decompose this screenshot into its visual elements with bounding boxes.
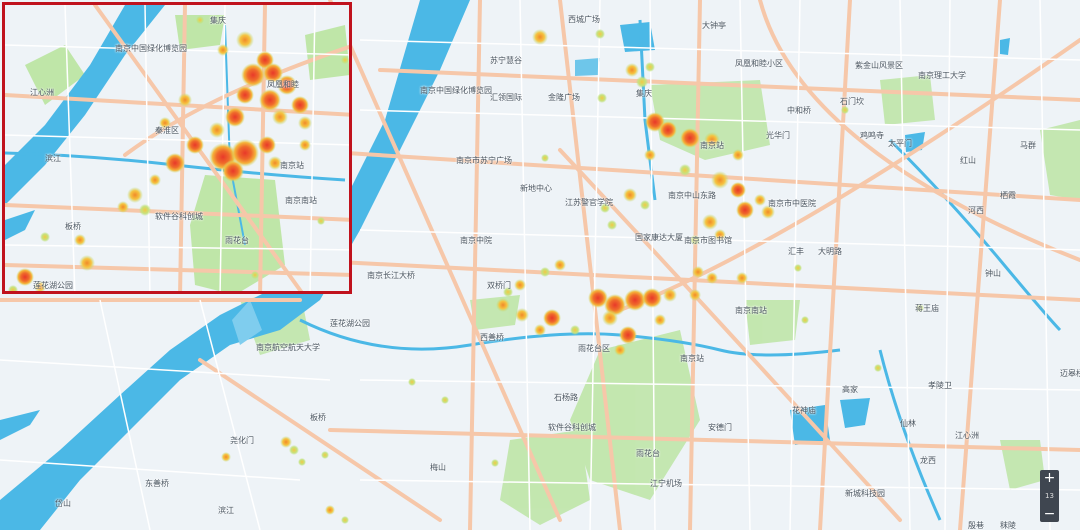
- inset-label: 板桥: [65, 222, 81, 231]
- map-label: 凤凰和睦小区: [735, 59, 783, 68]
- map-label: 紫金山风景区: [855, 61, 903, 70]
- zoom-level-indicator: 13: [1045, 492, 1054, 500]
- map-label: 国家康达大厦: [635, 233, 683, 242]
- inset-label: 秦淮区: [155, 126, 179, 135]
- map-label: 河西: [968, 206, 984, 215]
- map-label: 大钟亭: [702, 21, 726, 30]
- map-label: 江宁机场: [650, 479, 682, 488]
- inset-label: 雨花台: [225, 236, 249, 245]
- map-label: 迈皋桥: [1060, 369, 1080, 378]
- map-label: 南京市中医院: [768, 199, 816, 208]
- map-label: 莲花湖公园: [330, 319, 370, 328]
- map-label: 新地中心: [520, 184, 552, 193]
- map-label: 岱山: [55, 499, 71, 508]
- map-label: 新城科技园: [845, 489, 885, 498]
- map-label: 孝陵卫: [928, 381, 952, 390]
- map-label: 南京中山东路: [668, 191, 716, 200]
- map-label: 钟山: [985, 269, 1001, 278]
- map-label: 东善桥: [145, 479, 169, 488]
- map-label: 金隆广场: [548, 93, 580, 102]
- map-label: 汇丰: [788, 247, 804, 256]
- map-label: 江心洲: [955, 431, 979, 440]
- map-label: 滨江: [218, 506, 234, 515]
- map-label: 南京中国绿化博览园: [420, 86, 492, 95]
- zoom-out-button[interactable]: −: [1044, 506, 1056, 522]
- inset-label: 莲花湖公园: [33, 281, 73, 290]
- map-label: 南京站: [700, 141, 724, 150]
- inset-zoom-panel: 南京中国绿化博览园 凤凰和睦 南京站 南京南站 雨花台 软件谷科创城 莲花湖公园…: [2, 2, 352, 294]
- map-label: 石门坎: [840, 97, 864, 106]
- inset-label: 南京站: [280, 161, 304, 170]
- map-label: 殷巷: [968, 521, 984, 530]
- map-label: 南京航空航天大学: [256, 343, 320, 352]
- map-label: 南京市图书馆: [684, 236, 732, 245]
- map-label: 高家: [842, 385, 858, 394]
- map-label: 栖霞: [1000, 191, 1016, 200]
- map-label: 雨花台区: [578, 344, 610, 353]
- map-label: 集庆: [636, 89, 652, 98]
- map-label: 南京中院: [460, 236, 492, 245]
- inset-label: 南京中国绿化博览园: [115, 44, 187, 53]
- map-label: 鸡鸣寺: [860, 131, 884, 140]
- map-label: 仙林: [900, 419, 916, 428]
- map-label: 梅山: [430, 463, 446, 472]
- inset-label: 凤凰和睦: [267, 80, 299, 89]
- zoom-in-button[interactable]: +: [1044, 470, 1056, 486]
- map-label: 雨花台: [636, 449, 660, 458]
- map-label: 花神庙: [792, 406, 816, 415]
- map-label: 双桥门: [487, 281, 511, 290]
- inset-label: 南京南站: [285, 196, 317, 205]
- map-label: 太平门: [888, 139, 912, 148]
- map-label: 软件谷科创城: [548, 423, 596, 432]
- map-view[interactable]: 西城广场 大钟亭 苏宁慧谷 汇领国际 金隆广场 南京中国绿化博览园 集庆 凤凰和…: [0, 0, 1080, 530]
- map-label: 南京站: [680, 354, 704, 363]
- map-label: 苏宁慧谷: [490, 56, 522, 65]
- inset-label: 滨江: [45, 154, 61, 163]
- zoom-control: + 13 −: [1040, 470, 1059, 522]
- map-label: 南京长江大桥: [367, 271, 415, 280]
- map-label: 西善桥: [480, 333, 504, 342]
- map-label: 西城广场: [568, 15, 600, 24]
- map-label: 龙西: [920, 456, 936, 465]
- map-label: 光华门: [766, 131, 790, 140]
- inset-label: 江心洲: [30, 88, 54, 97]
- map-label: 南京南站: [735, 306, 767, 315]
- map-label: 大明路: [818, 247, 842, 256]
- map-label: 马群: [1020, 141, 1036, 150]
- map-label: 江苏警官学院: [565, 198, 613, 207]
- map-label: 安德门: [708, 423, 732, 432]
- map-label: 南京市苏宁广场: [456, 156, 512, 165]
- map-label: 尧化门: [230, 436, 254, 445]
- inset-label: 软件谷科创城: [155, 212, 203, 221]
- map-label: 秣陵: [1000, 521, 1016, 530]
- map-label: 板桥: [310, 413, 326, 422]
- map-label: 石杨路: [554, 393, 578, 402]
- map-label: 南京理工大学: [918, 71, 966, 80]
- map-label: 汇领国际: [490, 93, 522, 102]
- map-label: 蒋王庙: [915, 304, 939, 313]
- inset-label: 集庆: [210, 16, 226, 25]
- map-label: 中和桥: [787, 106, 811, 115]
- map-label: 红山: [960, 156, 976, 165]
